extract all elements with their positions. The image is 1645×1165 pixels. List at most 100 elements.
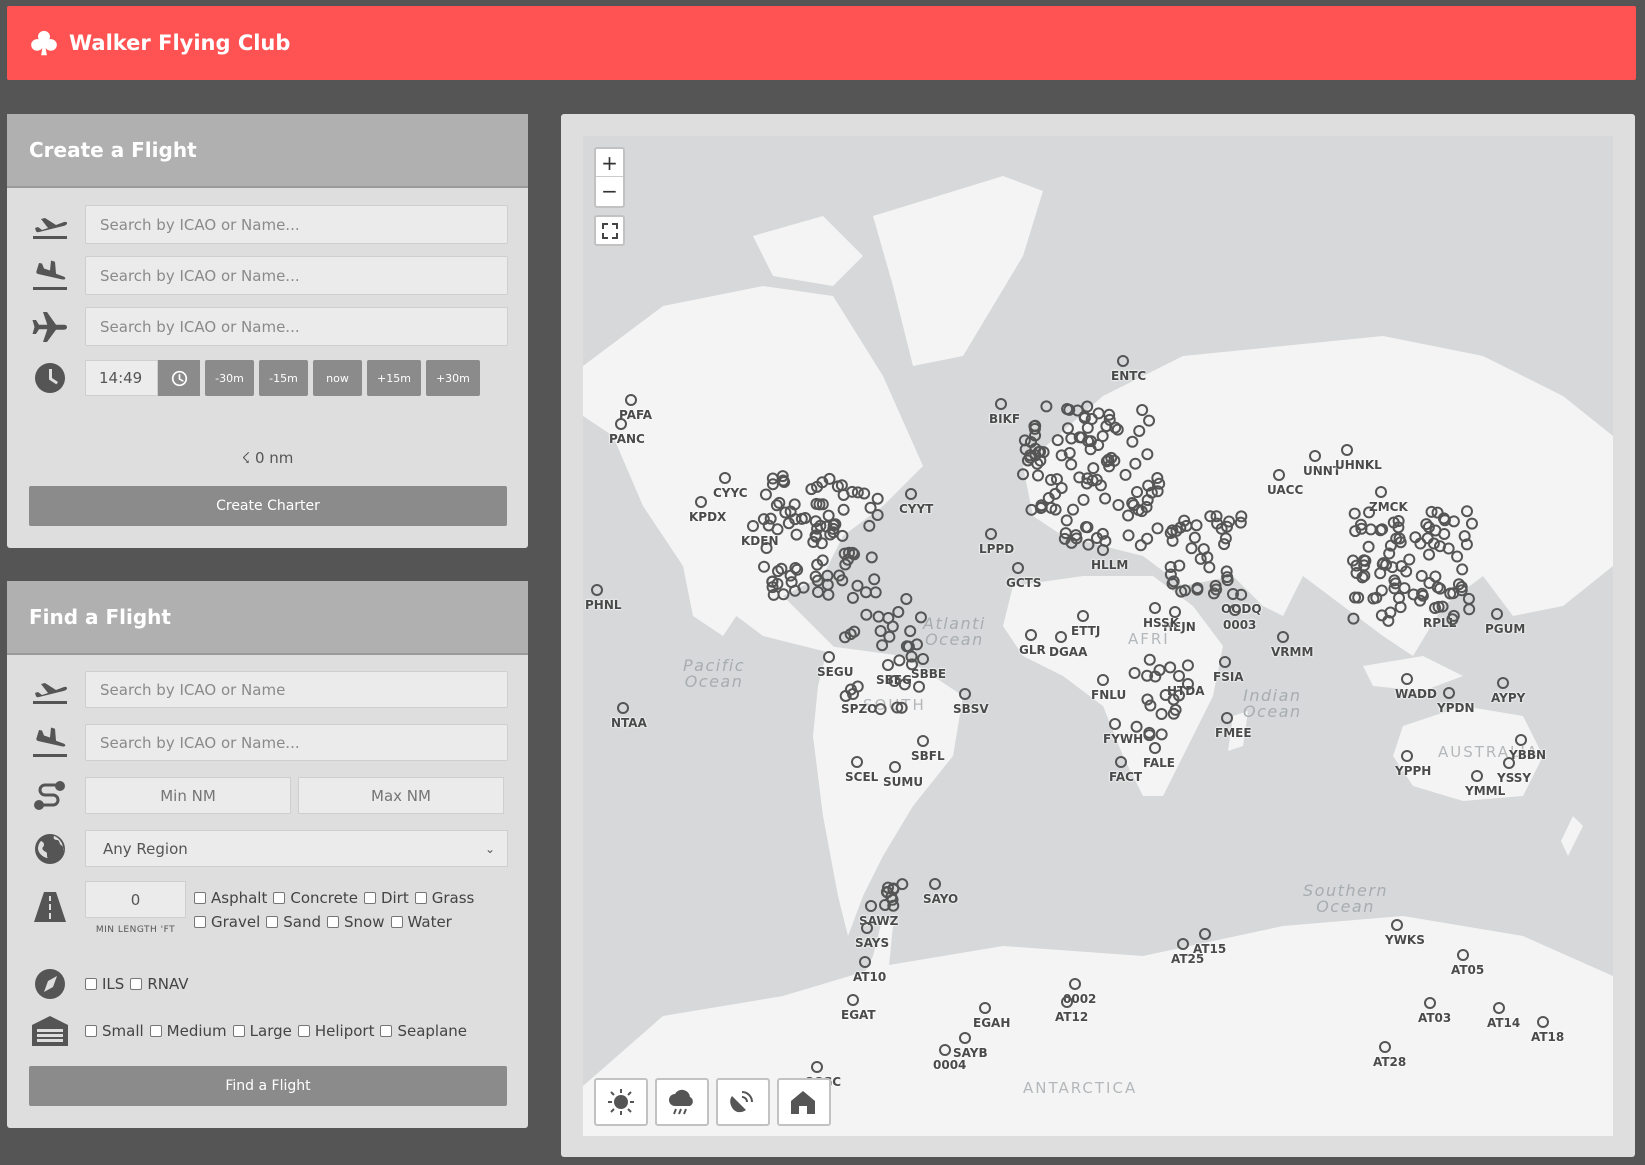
size-seaplane-checkbox[interactable]: Seaplane <box>380 1022 467 1040</box>
airport-label[interactable]: 0004 <box>933 1058 966 1072</box>
min-nm-input[interactable] <box>85 777 291 814</box>
airport-label[interactable]: SAYO <box>923 892 958 906</box>
size-small-checkbox[interactable]: Small <box>85 1022 144 1040</box>
surface-sand-checkbox[interactable]: Sand <box>266 913 321 931</box>
airport-label[interactable]: AT18 <box>1531 1030 1564 1044</box>
plus-30m-button[interactable]: +30m <box>425 360 480 396</box>
surface-gravel-checkbox[interactable]: Gravel <box>194 913 260 931</box>
airport-label[interactable]: AT14 <box>1487 1016 1520 1030</box>
airport-label[interactable]: SBSV <box>953 702 989 716</box>
min-length-input[interactable]: 0 <box>85 881 186 918</box>
airport-label[interactable]: HSSK <box>1143 616 1179 630</box>
airport-label[interactable]: EGAT <box>841 1008 876 1022</box>
airport-label[interactable]: PHNL <box>585 598 622 612</box>
airport-label[interactable]: RPLL <box>1423 616 1456 630</box>
aircraft-search-input[interactable] <box>85 307 508 346</box>
airport-label[interactable]: AT05 <box>1451 963 1484 977</box>
airport-label[interactable]: VRMM <box>1271 645 1313 659</box>
minus-30m-button[interactable]: -30m <box>205 360 254 396</box>
airport-label[interactable]: SUMU <box>883 775 923 789</box>
plus-15m-button[interactable]: +15m <box>367 360 421 396</box>
airport-label[interactable]: 0003 <box>1223 618 1256 632</box>
brand[interactable]: Walker Flying Club <box>29 28 290 58</box>
airport-label[interactable]: YSSY <box>1497 771 1531 785</box>
zoom-out-button[interactable]: − <box>596 177 623 205</box>
surface-grass-checkbox[interactable]: Grass <box>414 889 474 907</box>
approach-rnav-checkbox[interactable]: RNAV <box>130 975 189 993</box>
create-charter-button[interactable]: Create Charter <box>29 486 507 526</box>
airport-label[interactable]: SEGU <box>817 665 853 679</box>
airport-label[interactable]: FACT <box>1109 770 1142 784</box>
surface-asphalt-checkbox[interactable]: Asphalt <box>194 889 267 907</box>
max-nm-input[interactable] <box>298 777 504 814</box>
airport-label[interactable]: GCTS <box>1006 576 1041 590</box>
airport-label[interactable]: WADD <box>1395 687 1437 701</box>
now-button[interactable]: now <box>313 360 362 396</box>
day-night-button[interactable] <box>594 1078 648 1126</box>
departure-search-input[interactable] <box>85 205 508 244</box>
airport-label[interactable]: PAFA <box>619 408 652 422</box>
airport-label[interactable]: AT15 <box>1193 942 1226 956</box>
radar-button[interactable] <box>716 1078 770 1126</box>
world-map[interactable]: + − Pacific Ocean Atlanti Ocean Indian O… <box>583 136 1613 1136</box>
region-select[interactable]: Any Region ⌄ <box>85 830 508 867</box>
airport-label[interactable]: AT12 <box>1055 1010 1088 1024</box>
airport-label[interactable]: SPZO <box>841 702 877 716</box>
departure-time-input[interactable]: 14:49 <box>85 360 158 396</box>
airport-label[interactable]: DGAA <box>1049 645 1087 659</box>
airport-label[interactable]: YBBN <box>1509 748 1546 762</box>
find-arrival-input[interactable] <box>85 724 508 761</box>
airport-label[interactable]: PANC <box>609 432 645 446</box>
surface-dirt-checkbox[interactable]: Dirt <box>363 889 409 907</box>
airport-label[interactable]: YPPH <box>1395 764 1431 778</box>
airport-label[interactable]: KPDX <box>689 510 726 524</box>
find-flight-button[interactable]: Find a Flight <box>29 1066 507 1106</box>
fullscreen-button[interactable] <box>594 215 625 246</box>
airport-label[interactable]: FALE <box>1143 756 1175 770</box>
airport-label[interactable]: SBBE <box>911 667 946 681</box>
airport-label[interactable]: AT03 <box>1418 1011 1451 1025</box>
airport-label[interactable]: OODQ <box>1221 602 1262 616</box>
airport-label[interactable]: UACC <box>1267 483 1303 497</box>
approach-ils-checkbox[interactable]: ILS <box>85 975 124 993</box>
airport-label[interactable]: SAYS <box>855 936 889 950</box>
airport-label[interactable]: AT28 <box>1373 1055 1406 1069</box>
airport-label[interactable]: SBFL <box>911 749 945 763</box>
find-departure-input[interactable] <box>85 671 508 708</box>
airport-label[interactable]: YMML <box>1465 784 1505 798</box>
surface-concrete-checkbox[interactable]: Concrete <box>273 889 358 907</box>
airport-label[interactable]: ZMCK <box>1369 500 1408 514</box>
size-medium-checkbox[interactable]: Medium <box>149 1022 227 1040</box>
airport-label[interactable]: SBEG <box>876 673 912 687</box>
airport-label[interactable]: LPPD <box>979 542 1014 556</box>
airport-label[interactable]: UHNKL <box>1335 458 1382 472</box>
size-large-checkbox[interactable]: Large <box>232 1022 292 1040</box>
airport-label[interactable]: AYPY <box>1491 691 1525 705</box>
time-picker-button[interactable] <box>158 360 200 396</box>
weather-button[interactable] <box>655 1078 709 1126</box>
airport-label[interactable]: 0002 <box>1063 992 1096 1006</box>
airport-label[interactable]: CYYT <box>899 502 933 516</box>
hangar-layer-button[interactable] <box>777 1078 831 1126</box>
airport-label[interactable]: FSIA <box>1213 670 1244 684</box>
minus-15m-button[interactable]: -15m <box>259 360 308 396</box>
zoom-in-button[interactable]: + <box>596 149 623 177</box>
airport-label[interactable]: YWKS <box>1385 933 1425 947</box>
airport-label[interactable]: FYWH <box>1103 732 1143 746</box>
surface-water-checkbox[interactable]: Water <box>390 913 452 931</box>
airport-label[interactable]: SAWZ <box>859 914 898 928</box>
airport-label[interactable]: NTAA <box>611 716 647 730</box>
airport-label[interactable]: AT10 <box>853 970 886 984</box>
size-heliport-checkbox[interactable]: Heliport <box>297 1022 374 1040</box>
surface-snow-checkbox[interactable]: Snow <box>327 913 385 931</box>
airport-label[interactable]: HLLM <box>1091 558 1128 572</box>
airport-label[interactable]: HTDA <box>1167 684 1204 698</box>
arrival-search-input[interactable] <box>85 256 508 295</box>
airport-label[interactable]: BIKF <box>989 412 1020 426</box>
airport-label[interactable]: SCEL <box>845 770 878 784</box>
airport-label[interactable]: FNLU <box>1091 688 1126 702</box>
airport-label[interactable]: FMEE <box>1215 726 1252 740</box>
airport-label[interactable]: CYYC <box>713 486 748 500</box>
airport-label[interactable]: ETTJ <box>1071 624 1100 638</box>
airport-label[interactable]: YPDN <box>1437 701 1475 715</box>
